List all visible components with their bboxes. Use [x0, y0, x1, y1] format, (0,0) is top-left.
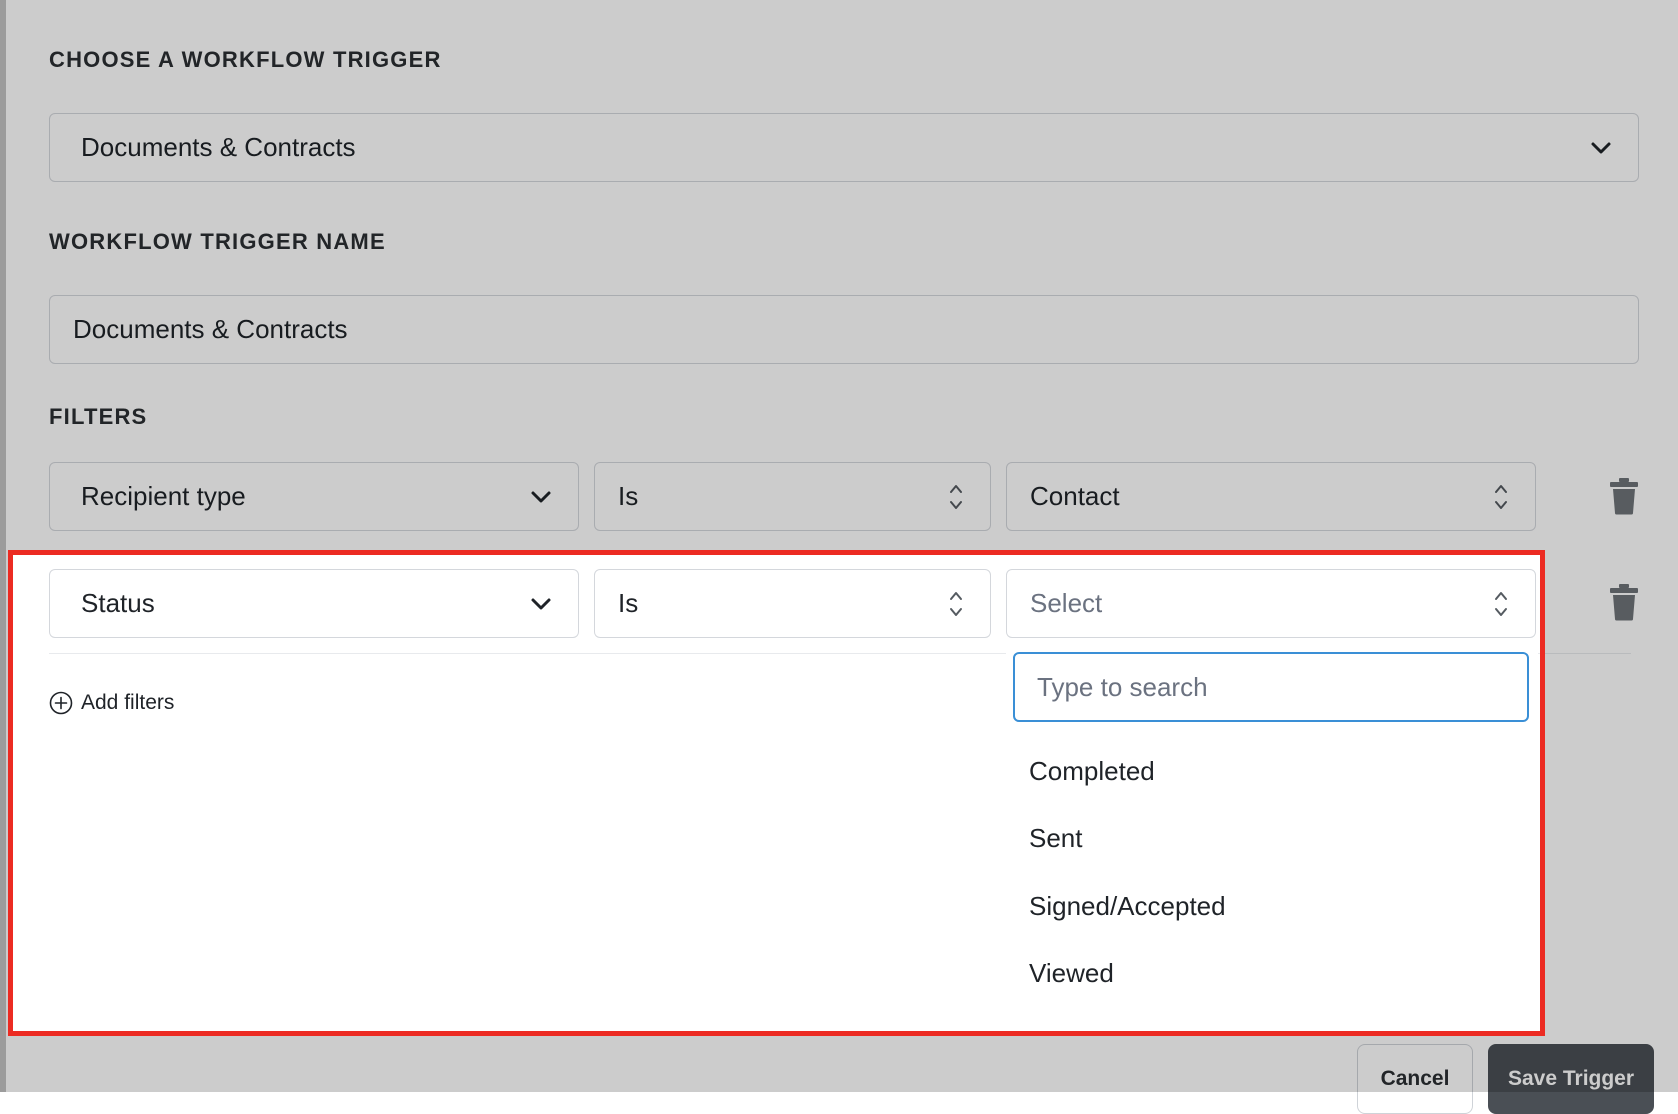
trigger-select[interactable]: Documents & Contracts — [49, 113, 1639, 182]
status-value-placeholder: Select — [1030, 588, 1103, 618]
trigger-select-value: Documents & Contracts — [81, 132, 356, 162]
dropdown-option[interactable]: Viewed — [1029, 958, 1114, 989]
filter-field-select[interactable]: Recipient type — [49, 462, 579, 531]
updown-arrows-icon — [1495, 484, 1507, 509]
cancel-button[interactable]: Cancel — [1357, 1044, 1473, 1114]
dropdown-search-input[interactable] — [1013, 652, 1529, 722]
add-filters-button[interactable]: Add filters — [49, 691, 174, 715]
dropdown-option[interactable]: Completed — [1029, 756, 1155, 787]
trigger-name-label: WORKFLOW TRIGGER NAME — [49, 229, 386, 254]
filter-operator-value: Is — [618, 481, 639, 511]
status-field-value: Status — [81, 588, 155, 618]
status-field-select[interactable]: Status — [49, 569, 579, 638]
chevron-down-icon — [531, 491, 551, 502]
trash-icon[interactable] — [1609, 477, 1639, 515]
filters-label: FILTERS — [49, 404, 148, 429]
save-trigger-button[interactable]: Save Trigger — [1488, 1044, 1654, 1114]
trash-icon[interactable] — [1609, 583, 1639, 621]
filter-value-value: Contact — [1030, 481, 1120, 511]
status-dropdown-menu: Completed Sent Signed/Accepted Viewed — [1006, 640, 1538, 1014]
updown-arrows-icon — [1495, 591, 1507, 616]
trigger-editor-panel: CHOOSE A WORKFLOW TRIGGER Documents & Co… — [0, 0, 1678, 1114]
trigger-name-value: Documents & Contracts — [73, 314, 348, 344]
status-value-select[interactable]: Select — [1006, 569, 1536, 638]
chevron-down-icon — [1591, 142, 1611, 153]
choose-trigger-label: CHOOSE A WORKFLOW TRIGGER — [49, 47, 442, 72]
plus-circle-icon — [49, 691, 73, 715]
chevron-down-icon — [531, 598, 551, 609]
filter-operator-select[interactable]: Is — [594, 462, 991, 531]
status-operator-value: Is — [618, 588, 639, 618]
trigger-name-input[interactable]: Documents & Contracts — [49, 295, 1639, 364]
updown-arrows-icon — [950, 591, 962, 616]
filter-value-select[interactable]: Contact — [1006, 462, 1536, 531]
updown-arrows-icon — [950, 484, 962, 509]
panel-edge — [0, 0, 6, 1092]
filter-field-value: Recipient type — [81, 481, 246, 511]
status-operator-select[interactable]: Is — [594, 569, 991, 638]
add-filters-label: Add filters — [81, 691, 175, 714]
dropdown-option[interactable]: Sent — [1029, 823, 1083, 854]
dropdown-option[interactable]: Signed/Accepted — [1029, 891, 1226, 922]
